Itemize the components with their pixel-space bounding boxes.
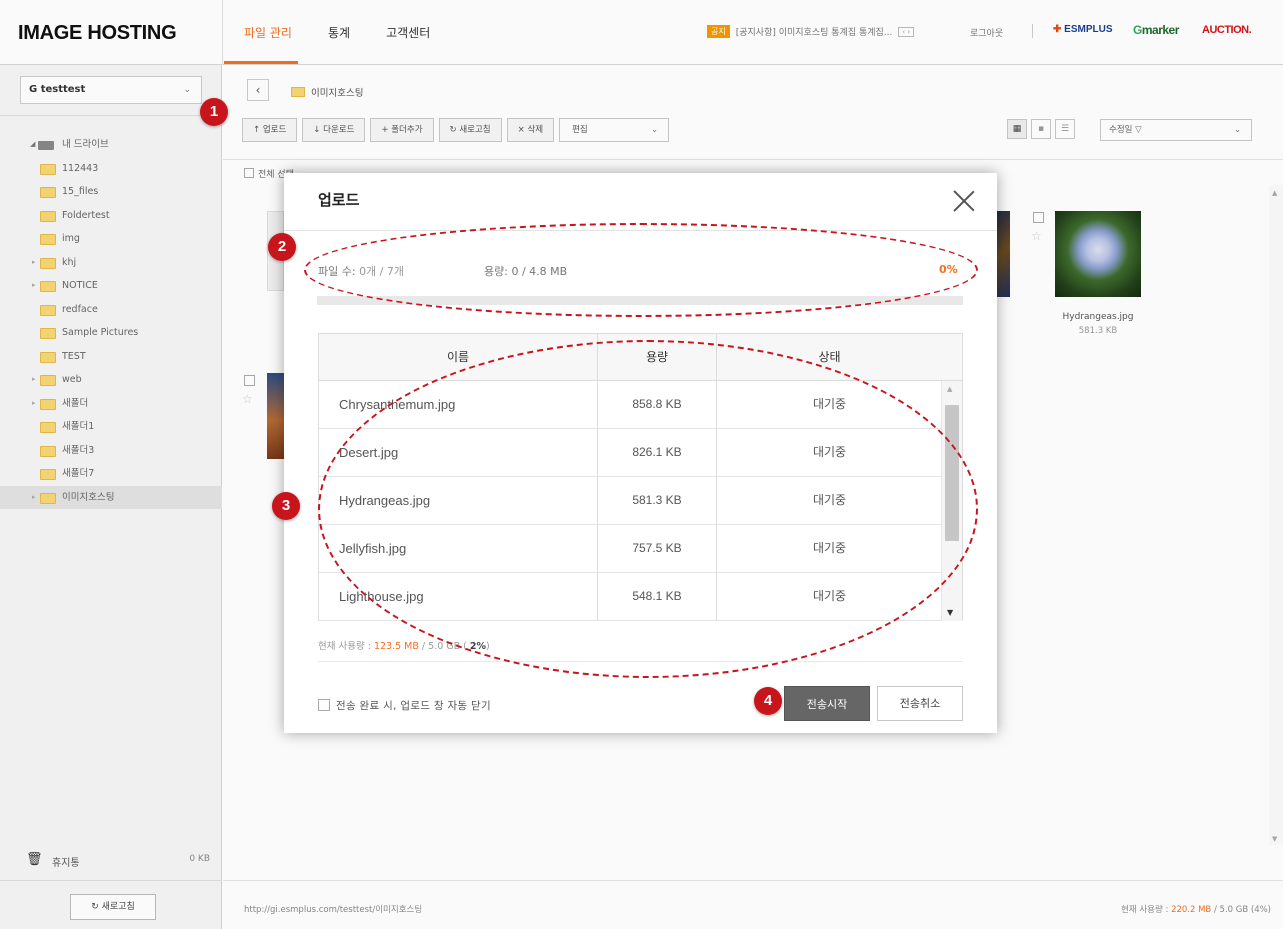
annotation-outline bbox=[318, 340, 978, 678]
callout-badge: 2 bbox=[268, 233, 296, 261]
scroll-down-icon[interactable]: ▼ bbox=[947, 608, 953, 617]
auto-close-checkbox[interactable] bbox=[318, 699, 330, 711]
close-icon[interactable] bbox=[953, 189, 975, 211]
usage-prefix: 현재 사용량 : bbox=[318, 641, 374, 652]
annotation-outline bbox=[304, 223, 978, 317]
cancel-transfer-button[interactable]: 전송취소 bbox=[877, 686, 963, 721]
callout-badge: 1 bbox=[200, 98, 228, 126]
dialog-title: 업로드 bbox=[318, 191, 360, 209]
callout-badge: 3 bbox=[272, 492, 300, 520]
usage-used: 123.5 MB bbox=[373, 641, 419, 652]
page: IMAGE HOSTING 파일 관리 통계 고객센터 공지 [공지사항] 이미… bbox=[0, 0, 1283, 929]
callout-badge: 4 bbox=[754, 687, 782, 715]
start-transfer-button[interactable]: 전송시작 bbox=[784, 686, 870, 721]
scroll-up-icon[interactable]: ▲ bbox=[947, 385, 952, 393]
auto-close-option[interactable]: 전송 완료 시, 업로드 창 자동 닫기 bbox=[318, 698, 491, 713]
auto-close-label: 전송 완료 시, 업로드 창 자동 닫기 bbox=[336, 700, 491, 712]
